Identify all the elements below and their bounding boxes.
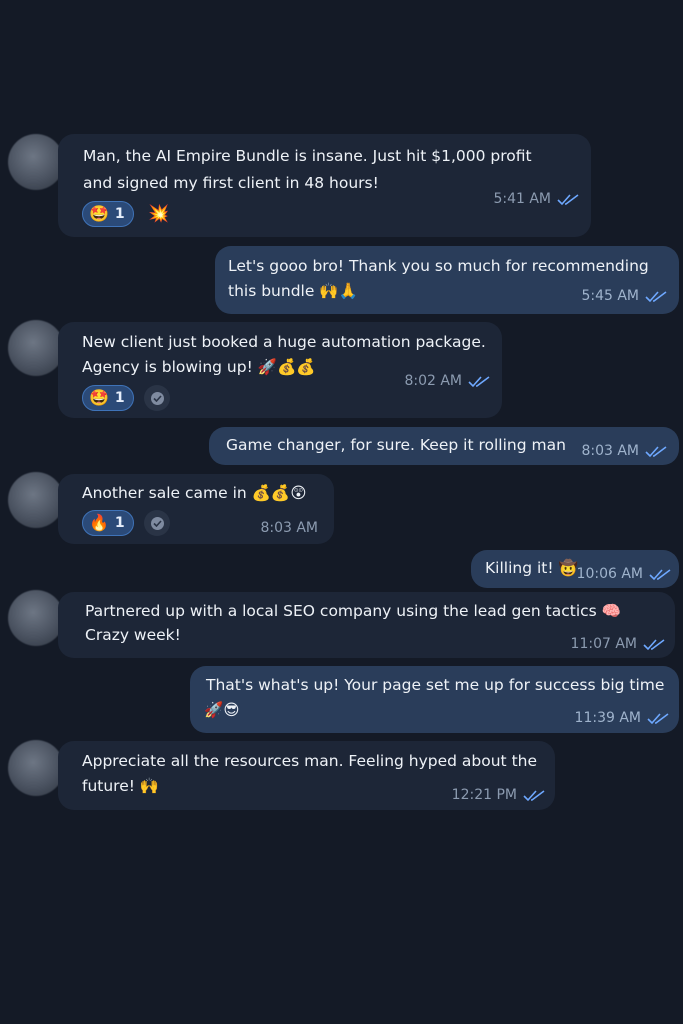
- message-text: Game changer, for sure. Keep it rolling …: [226, 436, 566, 454]
- message-bubble[interactable]: Killing it! 🤠 10:06 AM: [471, 550, 679, 588]
- message-bubble[interactable]: Let's gooo bro! Thank you so much for re…: [215, 246, 679, 314]
- reaction-chip[interactable]: 🤩 1: [82, 201, 134, 227]
- message-time: 11:39 AM: [575, 706, 669, 731]
- star-struck-emoji: 🤩: [89, 388, 109, 407]
- message-text: this bundle 🙌🙏: [228, 282, 358, 300]
- message-bubble[interactable]: Another sale came in 💰💰😲 8:03 AM 🔥 1: [58, 474, 334, 544]
- double-check-icon: [643, 638, 665, 650]
- avatar[interactable]: [8, 740, 64, 796]
- collision-emoji: 💥: [148, 204, 170, 224]
- message-time: 5:45 AM: [581, 284, 667, 309]
- message-text: Partnered up with a local SEO company us…: [85, 602, 621, 620]
- double-check-icon: [645, 290, 667, 302]
- fire-emoji: 🔥: [89, 513, 109, 532]
- message-time: 8:03 AM: [260, 520, 318, 536]
- double-check-icon: [523, 789, 545, 801]
- message-text: 🚀😎: [204, 701, 240, 719]
- message-time: 10:06 AM: [577, 562, 671, 587]
- message-text: Agency is blowing up! 🚀💰💰: [82, 358, 316, 376]
- avatar[interactable]: [8, 134, 64, 190]
- chat-area[interactable]: Man, the AI Empire Bundle is insane. Jus…: [0, 0, 683, 1024]
- star-struck-emoji: 🤩: [89, 204, 109, 223]
- message-time: 8:03 AM: [581, 439, 667, 464]
- check-circle-icon: [144, 510, 170, 536]
- message-bubble[interactable]: Game changer, for sure. Keep it rolling …: [209, 427, 679, 465]
- double-check-icon: [557, 193, 579, 205]
- message-time: 8:02 AM: [404, 369, 490, 394]
- reaction-count: 1: [114, 389, 125, 406]
- message-text: Let's gooo bro! Thank you so much for re…: [228, 257, 649, 275]
- message-bubble[interactable]: That's what's up! Your page set me up fo…: [190, 666, 679, 733]
- message-time: 11:07 AM: [571, 632, 665, 657]
- reaction-chip[interactable]: 🤩 1: [82, 385, 134, 411]
- message-time: 12:21 PM: [452, 783, 545, 808]
- reaction-chip[interactable]: 🔥 1: [82, 510, 134, 536]
- message-text: future! 🙌: [82, 777, 160, 795]
- message-text: Appreciate all the resources man. Feelin…: [82, 752, 538, 770]
- message-text: Killing it! 🤠: [485, 559, 578, 577]
- message-text: and signed my first client in 48 hours!: [83, 174, 379, 192]
- double-check-icon: [645, 445, 667, 457]
- message-bubble[interactable]: Man, the AI Empire Bundle is insane. Jus…: [58, 134, 591, 237]
- double-check-icon: [647, 712, 669, 724]
- check-circle-icon: [144, 385, 170, 411]
- message-time: 5:41 AM: [493, 187, 579, 212]
- reaction-count: 1: [114, 514, 125, 531]
- double-check-icon: [649, 568, 671, 580]
- reaction-count: 1: [114, 205, 125, 222]
- avatar[interactable]: [8, 320, 64, 376]
- message-bubble[interactable]: Appreciate all the resources man. Feelin…: [58, 741, 555, 810]
- message-bubble[interactable]: Partnered up with a local SEO company us…: [58, 592, 675, 658]
- avatar[interactable]: [8, 590, 64, 646]
- double-check-icon: [468, 375, 490, 387]
- message-text: New client just booked a huge automation…: [82, 333, 486, 351]
- message-text: Man, the AI Empire Bundle is insane. Jus…: [83, 147, 532, 165]
- message-text: That's what's up! Your page set me up fo…: [206, 676, 665, 694]
- message-text: Another sale came in 💰💰😲: [82, 484, 307, 502]
- message-bubble[interactable]: New client just booked a huge automation…: [58, 322, 502, 418]
- message-text: Crazy week!: [85, 626, 181, 644]
- avatar[interactable]: [8, 472, 64, 528]
